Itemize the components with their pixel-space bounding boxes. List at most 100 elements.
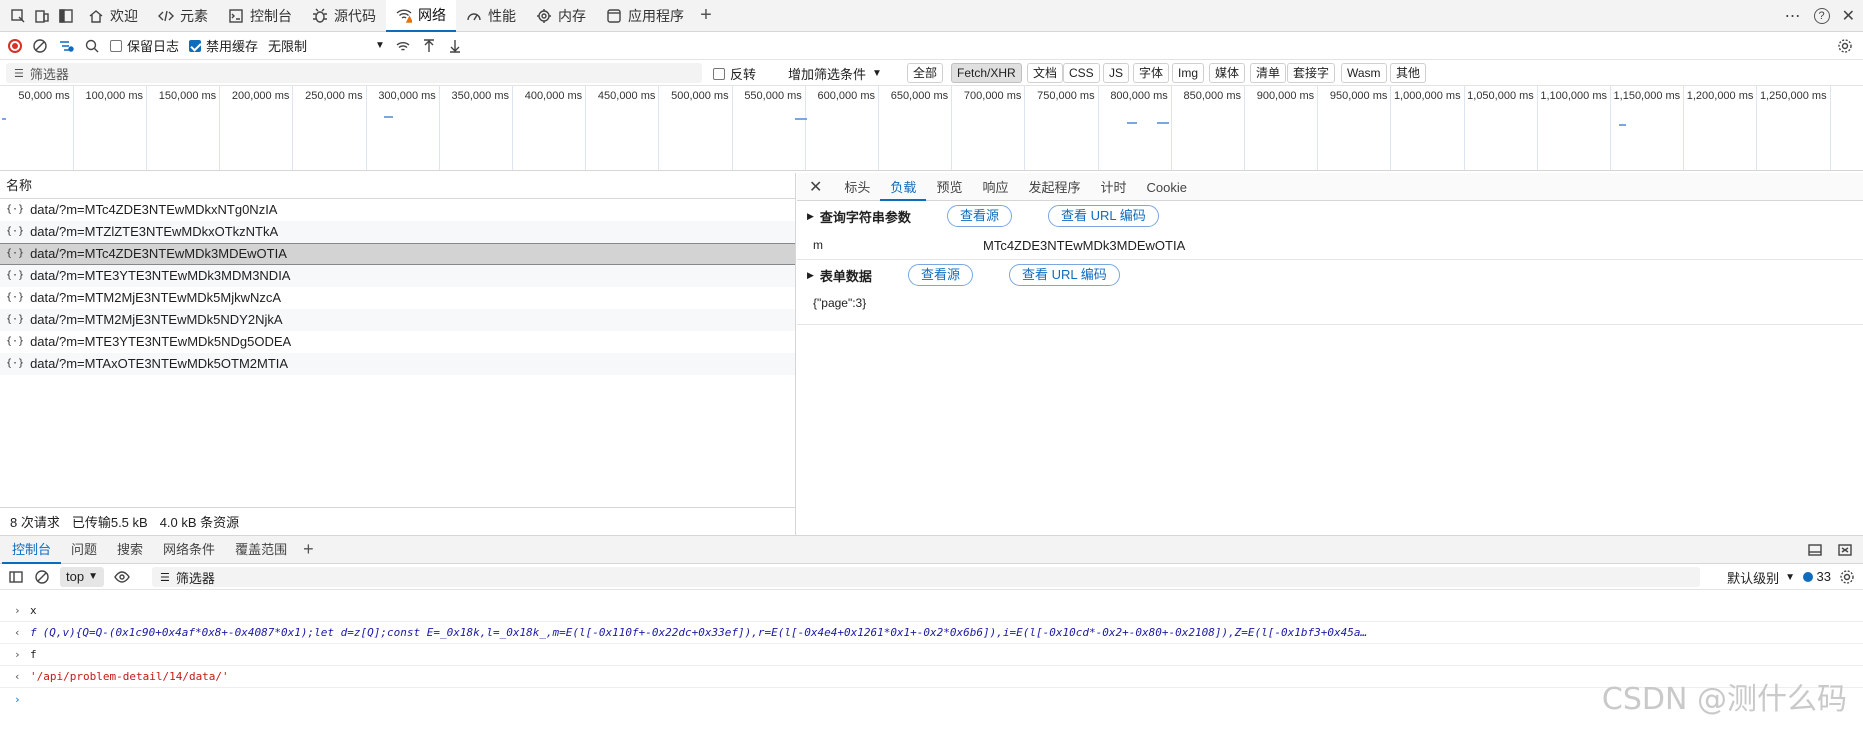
help-icon[interactable]: ? <box>1813 8 1830 24</box>
throttling-select[interactable]: 无限制 ▼ <box>268 36 385 55</box>
name-column-header[interactable]: 名称 <box>0 173 795 199</box>
tab-home[interactable]: 欢迎 <box>78 0 148 32</box>
clear-console-icon[interactable] <box>34 569 50 585</box>
checkbox-box[interactable] <box>713 67 725 80</box>
drawer-tab[interactable]: 搜索 <box>107 536 153 564</box>
request-row[interactable]: {·} data/?m=MTc4ZDE3NTEwMDk3MDEwOTIA <box>0 243 795 265</box>
checkbox-box[interactable] <box>110 39 122 52</box>
filter-input[interactable]: ☰ 筛选器 <box>6 63 702 83</box>
checkbox-box-checked[interactable] <box>189 39 202 52</box>
tab-performance[interactable]: 性能 <box>456 0 526 32</box>
tab-label: 应用程序 <box>628 7 684 24</box>
undock-drawer-icon[interactable] <box>1807 542 1823 558</box>
console-output-text[interactable]: (Q,v){Q=Q-(0x1c90+0x4af*0x8+-0x4087*0x1)… <box>43 626 1368 639</box>
console-prompt[interactable]: › <box>0 688 1863 710</box>
settings-gear-icon[interactable] <box>1837 38 1853 54</box>
filter-type-button[interactable]: CSS <box>1063 63 1100 83</box>
tab-bug[interactable]: 源代码 <box>302 0 386 32</box>
request-row[interactable]: {·} data/?m=MTE3YTE3NTEwMDk3MDM3NDIA <box>0 265 795 287</box>
filter-type-button[interactable]: 媒体 <box>1209 63 1246 83</box>
more-filters-dropdown[interactable]: 增加筛选条件 ▼ <box>788 64 882 83</box>
search-icon[interactable] <box>84 38 100 54</box>
csdn-watermark: CSDN @测什么码 <box>1601 682 1847 717</box>
chevron-down-icon: ▼ <box>1785 572 1795 583</box>
filter-type-button[interactable]: 清单 <box>1250 63 1287 83</box>
request-row[interactable]: {·} data/?m=MTE3YTE3NTEwMDk5NDg5ODEA <box>0 331 795 353</box>
timeline-tick-label: 450,000 ms <box>597 90 656 102</box>
filter-type-button[interactable]: 全部 <box>907 63 944 83</box>
detail-tab[interactable]: 计时 <box>1090 173 1136 201</box>
drawer-tab[interactable]: 问题 <box>61 536 107 564</box>
timeline-tick-label: 700,000 ms <box>963 90 1022 102</box>
form-data-section: ▶ 表单数据 查看源 查看 URL 编码 {"page":3} <box>797 260 1863 325</box>
network-filter-bar: ☰ 筛选器 反转 增加筛选条件 ▼ 全部 Fetch/XHR 文档 CSS JS 字体 Img… <box>0 60 1863 86</box>
log-level-dropdown[interactable]: 默认级别 ▼ <box>1727 568 1795 587</box>
request-name: data/?m=MTc4ZDE3NTEwMDk3MDEwOTIA <box>30 246 287 261</box>
context-selector[interactable]: top ▼ <box>60 566 104 587</box>
filter-type-button[interactable]: 字体 <box>1133 63 1170 83</box>
network-conditions-icon[interactable] <box>395 38 411 54</box>
console-settings-gear-icon[interactable] <box>1839 569 1855 585</box>
inspect-element-icon[interactable] <box>6 2 30 30</box>
detail-tab[interactable]: 发起程序 <box>1018 173 1090 201</box>
filter-type-button[interactable]: 套接字 <box>1287 63 1336 83</box>
expand-triangle-icon[interactable]: ▶ <box>807 211 814 222</box>
filter-type-button[interactable]: 其他 <box>1390 63 1427 83</box>
detail-tab[interactable]: 标头 <box>834 173 880 201</box>
close-devtools-icon[interactable]: ✕ <box>1842 6 1855 26</box>
live-expression-eye-icon[interactable] <box>114 569 130 585</box>
filter-type-button[interactable]: Wasm <box>1341 63 1387 83</box>
request-row[interactable]: {·} data/?m=MTc4ZDE3NTEwMDkxNTg0NzIA <box>0 199 795 221</box>
detail-tab[interactable]: 预览 <box>926 173 972 201</box>
drawer-tab[interactable]: 覆盖范围 <box>225 536 297 564</box>
filter-type-button[interactable]: 文档 <box>1027 63 1064 83</box>
console-filter-input[interactable]: ☰ 筛选器 <box>152 567 1700 587</box>
close-detail-icon[interactable]: ✕ <box>809 177 834 197</box>
record-icon[interactable] <box>8 38 22 53</box>
request-row[interactable]: {·} data/?m=MTZlZTE3NTEwMDkxOTkzNTkA <box>0 221 795 243</box>
request-row[interactable]: {·} data/?m=MTAxOTE3NTEwMDk5OTM2MTIA <box>0 353 795 375</box>
add-tab-icon[interactable]: + <box>694 4 718 27</box>
add-drawer-tab-icon[interactable]: + <box>297 539 314 560</box>
view-source-button[interactable]: 查看源 <box>907 264 973 286</box>
network-summary-bar: 8 次请求 已传输5.5 kB 4.0 kB 条资源 <box>0 507 796 535</box>
close-drawer-icon[interactable] <box>1837 542 1853 558</box>
invert-checkbox[interactable]: 反转 <box>713 64 756 83</box>
request-row[interactable]: {·} data/?m=MTM2MjE3NTEwMDk5NDY2NjkA <box>0 309 795 331</box>
expand-triangle-icon[interactable]: ▶ <box>807 270 814 281</box>
tab-code[interactable]: 元素 <box>148 0 218 32</box>
preserve-log-checkbox[interactable]: 保留日志 <box>110 36 179 55</box>
filter-options-icon[interactable] <box>58 38 74 54</box>
disable-cache-checkbox[interactable]: 禁用缓存 <box>189 36 258 55</box>
detail-tab[interactable]: 响应 <box>972 173 1018 201</box>
show-sidebar-icon[interactable] <box>8 569 24 585</box>
filter-placeholder: 筛选器 <box>29 66 69 82</box>
query-params-title[interactable]: 查询字符串参数 <box>820 207 911 226</box>
dock-sidebar-icon[interactable] <box>54 2 78 30</box>
filter-type-button[interactable]: Img <box>1172 63 1205 83</box>
form-data-title[interactable]: 表单数据 <box>820 266 872 285</box>
device-toolbar-icon[interactable] <box>30 2 54 30</box>
detail-tab[interactable]: Cookie <box>1137 173 1197 201</box>
more-options-icon[interactable]: ⋯ <box>1785 6 1802 26</box>
view-url-encoded-button[interactable]: 查看 URL 编码 <box>1008 264 1120 286</box>
import-har-icon[interactable] <box>421 38 437 54</box>
view-source-button[interactable]: 查看源 <box>946 205 1012 227</box>
request-row[interactable]: {·} data/?m=MTM2MjE3NTEwMDk5MjkwNzcA <box>0 287 795 309</box>
tab-console[interactable]: 控制台 <box>218 0 302 32</box>
tab-memory[interactable]: 内存 <box>526 0 596 32</box>
performance-icon <box>466 8 482 24</box>
timeline-overview[interactable]: 50,000 ms 100,000 ms 150,000 ms 200,000 ms 2… <box>0 86 1863 171</box>
view-url-encoded-button[interactable]: 查看 URL 编码 <box>1047 205 1159 227</box>
export-har-icon[interactable] <box>447 38 463 54</box>
tab-wifi-warning[interactable]: 网络 <box>386 0 456 32</box>
console-output: › x ‹ f (Q,v){Q=Q-(0x1c90+0x4af*0x8+-0x4087*… <box>0 600 1863 688</box>
clear-icon[interactable] <box>32 38 48 54</box>
filter-type-button[interactable]: Fetch/XHR <box>951 63 1022 83</box>
drawer-tab[interactable]: 控制台 <box>2 536 62 564</box>
filter-type-button[interactable]: JS <box>1103 63 1130 83</box>
tab-app[interactable]: 应用程序 <box>596 0 694 32</box>
issues-counter[interactable]: 33 <box>1802 569 1831 584</box>
drawer-tab[interactable]: 网络条件 <box>153 536 225 564</box>
detail-tab[interactable]: 负载 <box>880 173 927 201</box>
